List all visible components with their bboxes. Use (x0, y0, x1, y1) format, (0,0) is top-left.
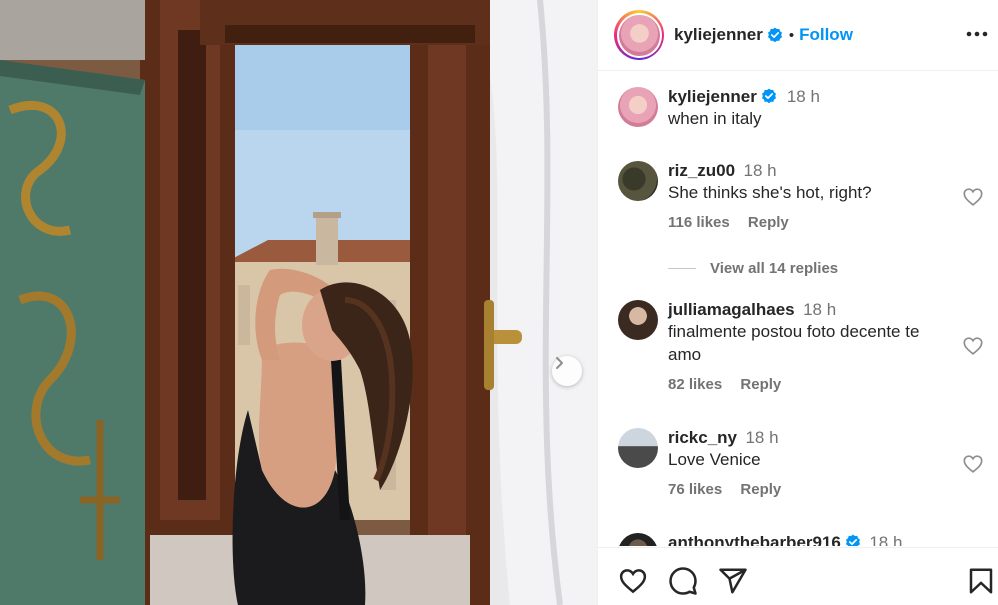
heart-icon[interactable] (962, 186, 984, 208)
avatar[interactable] (618, 87, 658, 127)
caption-username[interactable]: kyliejenner (668, 87, 757, 106)
comment-meta: 116 likes Reply (668, 214, 948, 231)
comment-meta: 82 likes Reply (668, 376, 948, 393)
comment-item: rickc_ny 18 h Love Venice 76 likes Reply (618, 428, 988, 518)
bookmark-icon[interactable] (966, 566, 996, 596)
view-replies-button[interactable]: View all 14 replies (668, 260, 838, 277)
comment-text: finalmente postou foto decente te amo (668, 322, 920, 364)
avatar (618, 14, 660, 56)
comment-item: anthonythebarber916 18 h (618, 533, 988, 546)
post-actions (598, 547, 998, 605)
story-ring[interactable] (614, 10, 664, 60)
comment-likes[interactable]: 76 likes (668, 481, 722, 498)
comment-item: riz_zu00 18 h She thinks she's hot, righ… (618, 161, 988, 251)
comment-time[interactable]: 18 h (869, 533, 902, 546)
reply-button[interactable]: Reply (748, 214, 789, 231)
heart-icon[interactable] (962, 453, 984, 475)
view-replies-label: View all 14 replies (710, 260, 839, 277)
reply-button[interactable]: Reply (740, 481, 781, 498)
more-options-button[interactable] (963, 20, 991, 48)
comment-text: She thinks she's hot, right? (668, 183, 872, 202)
heart-icon[interactable] (962, 335, 984, 357)
author-username[interactable]: kyliejenner (674, 25, 763, 45)
post-header: kyliejenner • Follow (598, 0, 998, 71)
send-icon[interactable] (718, 566, 748, 596)
next-photo-button[interactable] (552, 356, 582, 386)
heart-icon[interactable] (618, 566, 648, 596)
comment-meta: 76 likes Reply (668, 481, 948, 498)
caption: kyliejenner 18 h when in italy (618, 87, 988, 137)
comment-username[interactable]: julliamagalhaes (668, 300, 795, 319)
avatar[interactable] (618, 428, 658, 468)
avatar[interactable] (618, 533, 658, 546)
caption-time[interactable]: 18 h (787, 87, 820, 106)
comment-username[interactable]: riz_zu00 (668, 161, 735, 180)
comment-time[interactable]: 18 h (745, 428, 778, 447)
post-details-panel: kyliejenner • Follow kyliejenner 18 h wh… (597, 0, 998, 605)
comments-list[interactable]: kyliejenner 18 h when in italy riz_zu00 … (598, 72, 998, 546)
reply-button[interactable]: Reply (740, 376, 781, 393)
avatar[interactable] (618, 300, 658, 340)
avatar[interactable] (618, 161, 658, 201)
comment-username[interactable]: anthonythebarber916 (668, 533, 841, 546)
separator-dot: • (788, 26, 795, 44)
caption-text: when in italy (668, 109, 762, 128)
more-horizontal-icon (966, 31, 988, 37)
comment-item: julliamagalhaes 18 h finalmente postou f… (618, 300, 988, 410)
chevron-right-icon (556, 357, 563, 369)
follow-button[interactable]: Follow (799, 25, 853, 45)
comment-time[interactable]: 18 h (803, 300, 836, 319)
comment-likes[interactable]: 82 likes (668, 376, 722, 393)
comment-icon[interactable] (668, 566, 698, 596)
verified-badge-icon (761, 88, 776, 104)
post-photo[interactable] (0, 0, 597, 605)
post-photo-illustration (0, 0, 597, 605)
comment-text: Love Venice (668, 450, 761, 469)
comment-time[interactable]: 18 h (744, 161, 777, 180)
verified-badge-icon (767, 27, 782, 43)
divider (668, 268, 696, 269)
verified-badge-icon (845, 534, 860, 546)
comment-likes[interactable]: 116 likes (668, 214, 730, 231)
comment-username[interactable]: rickc_ny (668, 428, 737, 447)
